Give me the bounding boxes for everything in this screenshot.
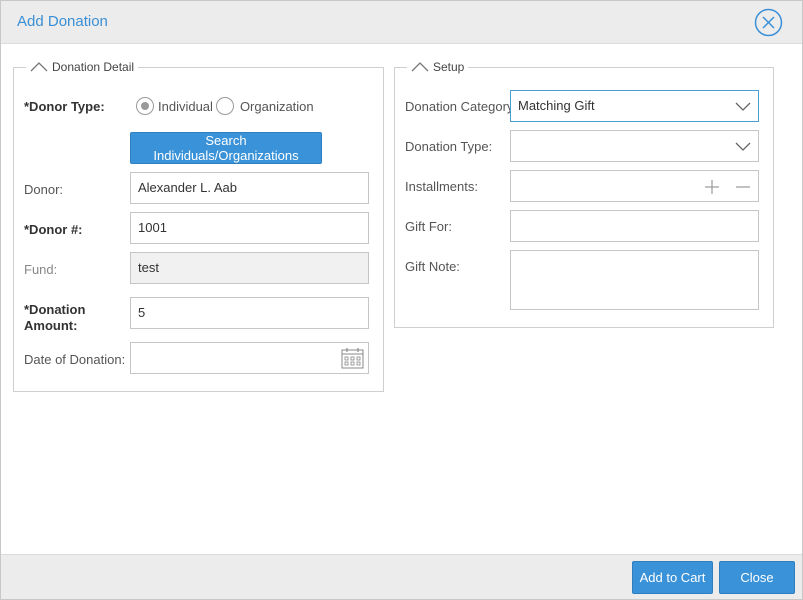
- date-of-donation-label: Date of Donation:: [24, 352, 126, 367]
- search-individuals-organizations-button[interactable]: Search Individuals/Organizations: [130, 132, 322, 164]
- radio-organization-label[interactable]: Organization: [240, 99, 314, 114]
- donation-type-label: Donation Type:: [405, 139, 493, 154]
- donor-type-label: *Donor Type:: [24, 99, 105, 114]
- add-to-cart-button[interactable]: Add to Cart: [632, 561, 713, 594]
- gift-note-label: Gift Note:: [405, 259, 460, 274]
- gift-for-field[interactable]: [510, 210, 759, 242]
- chevron-up-icon[interactable]: [30, 62, 48, 72]
- installments-input[interactable]: [518, 171, 698, 200]
- donor-label: Donor:: [24, 182, 64, 197]
- donation-detail-title: Donation Detail: [52, 60, 135, 74]
- installments-label: Installments:: [405, 179, 478, 194]
- donation-amount-label-line2: Amount:: [24, 318, 78, 333]
- add-donation-dialog: Add Donation Donation Detail *Donor Type…: [0, 0, 803, 600]
- radio-organization[interactable]: [215, 97, 234, 115]
- plus-icon[interactable]: [704, 179, 720, 195]
- dialog-footer: Add to Cart Close: [1, 554, 802, 599]
- chevron-down-icon[interactable]: [735, 142, 751, 151]
- chevron-down-icon[interactable]: [735, 102, 751, 111]
- radio-individual[interactable]: [136, 97, 154, 115]
- gift-for-label: Gift For:: [405, 219, 452, 234]
- fund-field: test: [130, 252, 369, 284]
- installments-stepper[interactable]: [510, 170, 759, 202]
- fund-label: Fund:: [24, 262, 58, 277]
- donor-number-label: *Donor #:: [24, 222, 83, 237]
- donation-category-label: Donation Category:: [405, 99, 518, 114]
- dialog-title: Add Donation: [17, 13, 108, 30]
- donor-number-input[interactable]: [138, 213, 361, 242]
- donation-type-select[interactable]: [510, 130, 759, 162]
- donation-detail-legend[interactable]: Donation Detail: [26, 60, 138, 74]
- radio-individual-label[interactable]: Individual: [158, 99, 213, 114]
- donor-field[interactable]: [130, 172, 369, 204]
- setup-legend[interactable]: Setup: [407, 60, 468, 74]
- gift-note-textarea[interactable]: [510, 250, 759, 310]
- donor-type-radio-group: Individual Organization: [136, 97, 317, 115]
- donation-amount-label-line1: *Donation: [24, 302, 86, 317]
- date-of-donation-field[interactable]: [130, 342, 369, 374]
- setup-title: Setup: [433, 60, 465, 74]
- donation-amount-input[interactable]: [138, 298, 361, 327]
- dialog-titlebar: Add Donation: [1, 1, 802, 44]
- donor-input[interactable]: [138, 173, 361, 202]
- close-button[interactable]: Close: [719, 561, 795, 594]
- date-of-donation-input[interactable]: [138, 343, 328, 372]
- donation-amount-field[interactable]: [130, 297, 369, 329]
- donor-number-field[interactable]: [130, 212, 369, 244]
- chevron-up-icon[interactable]: [411, 62, 429, 72]
- donation-category-value: Matching Gift: [518, 98, 595, 113]
- gift-for-input[interactable]: [518, 211, 751, 240]
- donation-amount-label: *Donation Amount:: [24, 302, 85, 334]
- minus-icon[interactable]: [735, 179, 751, 195]
- calendar-icon[interactable]: [341, 347, 364, 369]
- close-circle-icon[interactable]: [754, 8, 783, 37]
- donation-category-select[interactable]: Matching Gift: [510, 90, 759, 122]
